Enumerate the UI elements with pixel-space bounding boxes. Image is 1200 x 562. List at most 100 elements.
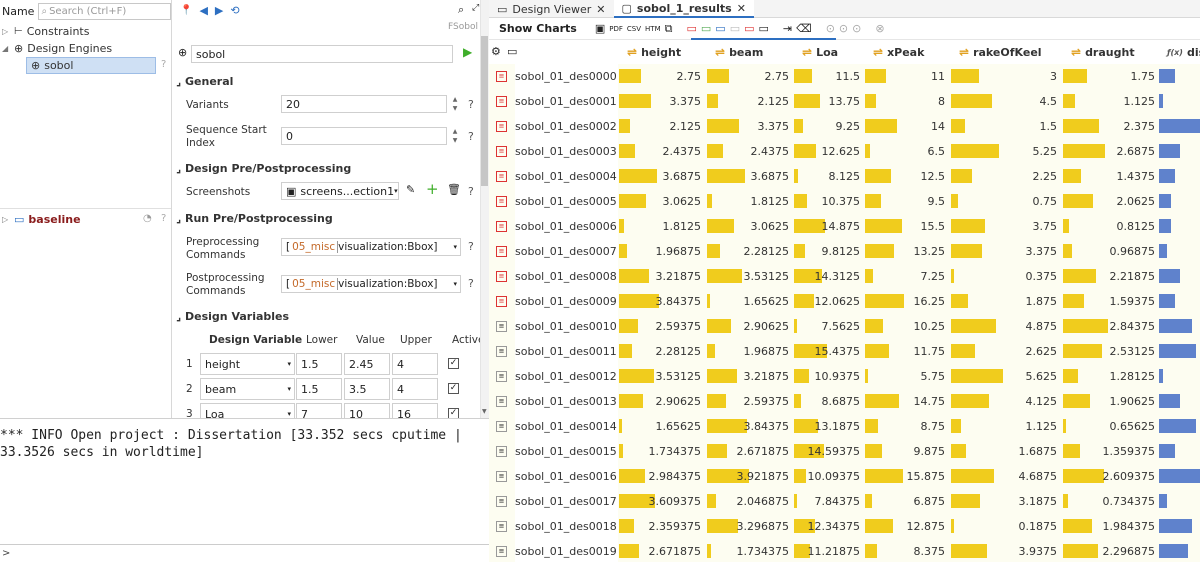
cell-rakeofkeel[interactable]: 5.25 xyxy=(951,139,1061,164)
command-input[interactable]: > xyxy=(0,544,489,562)
cell-draught[interactable]: 2.296875 xyxy=(1063,539,1159,562)
cell-beam[interactable]: 1.8125 xyxy=(707,189,793,214)
cell-beam[interactable]: 2.90625 xyxy=(707,314,793,339)
dv-active-checkbox[interactable]: ✓ xyxy=(448,358,459,369)
cell-rakeofkeel[interactable]: 1.125 xyxy=(951,414,1061,439)
cell-draught[interactable]: 1.59375 xyxy=(1063,289,1159,314)
cell-beam[interactable]: 1.65625 xyxy=(707,289,793,314)
dv-name-select[interactable]: height ▾ xyxy=(200,353,295,375)
cell-rakeofkeel[interactable]: 4.6875 xyxy=(951,464,1061,489)
cell-draught[interactable]: 1.125 xyxy=(1063,89,1159,114)
cell-loa[interactable]: 9.8125 xyxy=(794,239,864,264)
collapse-arrow-icon[interactable]: ◢ xyxy=(2,44,10,53)
cell-beam[interactable]: 2.59375 xyxy=(707,389,793,414)
section-design-prepost[interactable]: ⌟ Design Pre/Postprocessing xyxy=(176,162,351,175)
pdf-export-button[interactable]: PDF xyxy=(609,25,623,33)
table-row[interactable]: ≡ sobol_01_des0002 2.125 3.375 9.25 14 1.5 2.37… xyxy=(489,114,1200,139)
csv-export-button[interactable]: CSV xyxy=(627,25,641,33)
cell-height[interactable]: 1.734375 xyxy=(619,439,705,464)
column-header-height[interactable]: ⇌ height xyxy=(627,40,681,64)
cell-disp[interactable] xyxy=(1159,139,1200,164)
table-row[interactable]: ≡ sobol_01_des0005 3.0625 1.8125 10.375 9.5 0.… xyxy=(489,189,1200,214)
cell-loa[interactable]: 7.5625 xyxy=(794,314,864,339)
cell-disp[interactable] xyxy=(1159,314,1200,339)
table-row[interactable]: ≡ sobol_01_des0003 2.4375 2.4375 12.625 6.5 5.… xyxy=(489,139,1200,164)
cell-draught[interactable]: 1.75 xyxy=(1063,64,1159,89)
cell-draught[interactable]: 2.609375 xyxy=(1063,464,1159,489)
cell-beam[interactable]: 3.84375 xyxy=(707,414,793,439)
dv-lower-input[interactable]: 1.5 xyxy=(296,353,342,375)
cell-rakeofkeel[interactable]: 2.25 xyxy=(951,164,1061,189)
cell-draught[interactable]: 1.359375 xyxy=(1063,439,1159,464)
cell-xpeak[interactable]: 15.5 xyxy=(865,214,949,239)
expand-arrow-icon[interactable]: ▷ xyxy=(2,27,10,36)
cell-beam[interactable]: 3.21875 xyxy=(707,364,793,389)
cell-disp[interactable] xyxy=(1159,239,1200,264)
cell-xpeak[interactable]: 10.25 xyxy=(865,314,949,339)
folder-delete-icon[interactable]: ▭ xyxy=(744,22,754,35)
help-icon[interactable]: ? xyxy=(468,98,474,111)
dv-header-upper[interactable]: Upper xyxy=(400,334,432,346)
cell-loa[interactable]: 14.875 xyxy=(794,214,864,239)
dv-lower-input[interactable]: 7 xyxy=(296,403,342,418)
cell-loa[interactable]: 15.4375 xyxy=(794,339,864,364)
play-icon[interactable]: ⊙ xyxy=(826,22,835,35)
column-header-beam[interactable]: ⇌ beam xyxy=(715,40,763,64)
cell-height[interactable]: 2.75 xyxy=(619,64,705,89)
column-header-draught[interactable]: ⇌ draught xyxy=(1071,40,1135,64)
tab-design-viewer[interactable]: ▭ Design Viewer ✕ xyxy=(489,0,614,18)
dv-header-lower[interactable]: Lower xyxy=(306,334,337,346)
cell-loa[interactable]: 8.125 xyxy=(794,164,864,189)
cell-xpeak[interactable]: 8.375 xyxy=(865,539,949,562)
tree-search-input[interactable]: ⌕ Search (Ctrl+F) xyxy=(38,2,171,20)
delete-icon[interactable]: 🗑 xyxy=(447,183,461,196)
table-row[interactable]: ≡ sobol_01_des0018 2.359375 3.296875 12.3437… xyxy=(489,514,1200,539)
cell-beam[interactable]: 2.75 xyxy=(707,64,793,89)
table-row[interactable]: ≡ sobol_01_des0013 2.90625 2.59375 8.6875 14.… xyxy=(489,389,1200,414)
cell-draught[interactable]: 2.6875 xyxy=(1063,139,1159,164)
dv-value-input[interactable]: 2.45 xyxy=(344,353,390,375)
sequence-start-spinner[interactable]: ▲ ▼ xyxy=(450,127,460,145)
cell-loa[interactable]: 8.6875 xyxy=(794,389,864,414)
cell-loa[interactable]: 12.0625 xyxy=(794,289,864,314)
sequence-start-input[interactable]: 0 xyxy=(281,127,447,145)
folder-green-icon[interactable]: ▭ xyxy=(701,22,711,35)
dv-value-input[interactable]: 10 xyxy=(344,403,390,418)
cell-rakeofkeel[interactable]: 0.75 xyxy=(951,189,1061,214)
help-icon[interactable]: ? xyxy=(161,213,166,224)
table-row[interactable]: ≡ sobol_01_des0000 2.75 2.75 11.5 11 3 1.75 xyxy=(489,64,1200,89)
cell-draught[interactable]: 2.0625 xyxy=(1063,189,1159,214)
cell-height[interactable]: 2.59375 xyxy=(619,314,705,339)
import-icon[interactable]: ⇥ xyxy=(783,22,792,35)
filter-icon[interactable]: ⇌ xyxy=(802,45,812,59)
add-icon[interactable]: + xyxy=(426,180,439,198)
cell-draught[interactable]: 2.84375 xyxy=(1063,314,1159,339)
cell-rakeofkeel[interactable]: 1.5 xyxy=(951,114,1061,139)
folder-import-icon[interactable]: ▭ xyxy=(715,22,725,35)
cell-loa[interactable]: 7.84375 xyxy=(794,489,864,514)
cell-beam[interactable]: 2.4375 xyxy=(707,139,793,164)
cell-rakeofkeel[interactable]: 1.6875 xyxy=(951,439,1061,464)
table-row[interactable]: ≡ sobol_01_des0012 3.53125 3.21875 10.9375 5.… xyxy=(489,364,1200,389)
run-icon[interactable]: ▶ xyxy=(463,45,472,59)
forward-arrow-icon[interactable]: ▶ xyxy=(215,4,223,17)
search-icon[interactable]: ⌕ xyxy=(458,3,464,17)
cell-height[interactable]: 1.65625 xyxy=(619,414,705,439)
cell-rakeofkeel[interactable]: 4.5 xyxy=(951,89,1061,114)
pin-icon[interactable]: 📍 xyxy=(180,5,192,16)
cell-height[interactable]: 2.4375 xyxy=(619,139,705,164)
close-icon[interactable]: ✕ xyxy=(737,2,746,15)
table-row[interactable]: ≡ sobol_01_des0014 1.65625 3.84375 13.1875 8.… xyxy=(489,414,1200,439)
cell-xpeak[interactable]: 14 xyxy=(865,114,949,139)
cell-rakeofkeel[interactable]: 3.1875 xyxy=(951,489,1061,514)
table-row[interactable]: ≡ sobol_01_des0007 1.96875 2.28125 9.8125 13.… xyxy=(489,239,1200,264)
cell-beam[interactable]: 3.6875 xyxy=(707,164,793,189)
cell-loa[interactable]: 10.9375 xyxy=(794,364,864,389)
cell-rakeofkeel[interactable]: 3.375 xyxy=(951,239,1061,264)
cell-xpeak[interactable]: 5.75 xyxy=(865,364,949,389)
cell-xpeak[interactable]: 14.75 xyxy=(865,389,949,414)
cell-height[interactable]: 3.0625 xyxy=(619,189,705,214)
cell-xpeak[interactable]: 13.25 xyxy=(865,239,949,264)
cell-xpeak[interactable]: 11 xyxy=(865,64,949,89)
screenshots-select[interactable]: ▣ screens...ection1 ▾ xyxy=(281,182,399,200)
